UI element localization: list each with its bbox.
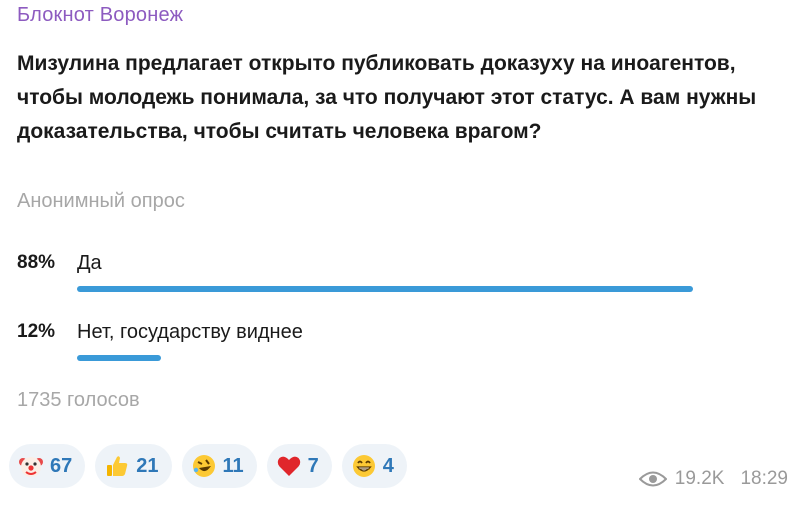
reaction-count: 67 (50, 454, 73, 477)
reaction-grin[interactable]: 4 (341, 444, 407, 488)
rofl-face-icon (192, 455, 215, 477)
reaction-count: 4 (382, 454, 394, 477)
poll-option-bar-track (77, 355, 777, 361)
reaction-rofl[interactable]: 11 (181, 444, 257, 488)
thumbs-up-icon (107, 456, 128, 476)
reactions-bar: 67 21 11 7 4 (9, 444, 407, 488)
poll-option-label: Да (77, 252, 102, 274)
reaction-thumbs-up[interactable]: 21 (95, 444, 172, 488)
channel-name[interactable]: Блокнот Воронеж (17, 4, 183, 27)
poll-question: Мизулина предлагает открыто публиковать … (17, 52, 757, 143)
poll-type-label: Анонимный опрос (17, 190, 185, 212)
poll-option-bar (77, 286, 693, 292)
view-count: 19.2K (674, 468, 725, 489)
message-time: 18:29 (740, 468, 788, 489)
reaction-count: 21 (136, 454, 159, 477)
poll-option-yes[interactable]: 88% Да (17, 252, 787, 312)
clown-face-icon (19, 457, 43, 477)
reaction-heart[interactable]: 7 (266, 444, 332, 488)
grinning-face-icon (352, 455, 375, 477)
poll-option-bar (77, 355, 161, 361)
poll-option-percent: 12% (17, 321, 56, 342)
poll-option-percent: 88% (17, 252, 56, 273)
message-meta: 19.2K 18:29 (638, 468, 788, 490)
reaction-count: 11 (222, 454, 244, 477)
poll-option-label: Нет, государству виднее (77, 321, 303, 343)
poll-option-no[interactable]: 12% Нет, государству виднее (17, 321, 787, 381)
reaction-count: 7 (307, 454, 319, 477)
red-heart-icon (277, 456, 300, 476)
vote-count: 1735 голосов (17, 389, 140, 411)
poll-option-bar-track (77, 286, 777, 292)
reaction-clown[interactable]: 67 (9, 444, 86, 488)
eye-icon (638, 471, 667, 487)
